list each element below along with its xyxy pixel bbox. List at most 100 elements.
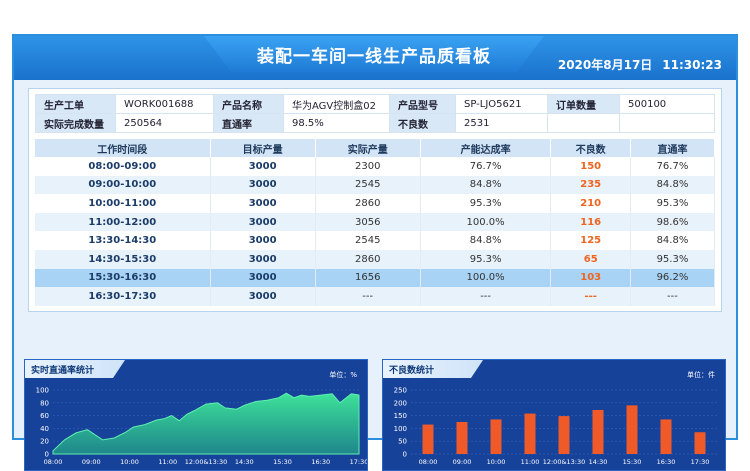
pass-rate-area [52, 392, 360, 455]
y-tick-label: 40 [40, 425, 49, 433]
info-label: 生产工单 [35, 94, 116, 114]
info-empty [547, 113, 620, 133]
info-value: 华为AGV控制盒02 [283, 94, 390, 114]
table-cell: 3000 [210, 249, 316, 269]
y-tick-label: 200 [394, 399, 407, 407]
table-cell: 96.2% [630, 268, 716, 288]
table-cell: 84.8% [420, 175, 552, 195]
table-cell: 2545 [315, 231, 421, 250]
defect-bar [456, 422, 468, 454]
defect-bar [592, 409, 604, 454]
table-cell: 3056 [315, 212, 421, 232]
x-tick-label: 17:30 [691, 458, 710, 466]
table-cell: 84.8% [630, 175, 716, 195]
table-cell: 15:30-16:30 [35, 268, 211, 288]
column-header: 工作时间段 [35, 139, 211, 157]
info-label: 直通率 [213, 113, 284, 133]
y-tick-label: 60 [40, 412, 49, 420]
info-row: 实际完成数量 250564 直通率 98.5% 不良数 2531 [35, 113, 715, 133]
table-row: 14:30-15:30 3000 2860 95.3% 65 95.3% [35, 249, 716, 269]
table-cell: 235 [550, 175, 631, 195]
table-cell: 2860 [315, 249, 421, 269]
x-tick-label: 14:30 [589, 458, 608, 466]
table-cell: 3000 [210, 157, 316, 176]
y-tick-label: 250 [394, 387, 407, 395]
y-tick-label: 0 [403, 451, 407, 459]
table-cell: 95.3% [630, 249, 716, 269]
table-cell: 84.8% [630, 231, 716, 250]
defect-bar [490, 419, 502, 454]
date-label: 2020年8月17日 [557, 58, 653, 72]
info-value: SP-LJO5621 [455, 94, 548, 114]
table-cell: 3000 [210, 231, 316, 250]
info-empty [619, 113, 715, 133]
table-cell: 95.3% [420, 194, 552, 213]
y-tick-label: 50 [398, 438, 407, 446]
table-row: 09:00-10:00 3000 2545 84.8% 235 84.8% [35, 175, 716, 195]
time-label: 11:30:23 [662, 58, 722, 72]
info-value: 500100 [619, 94, 715, 114]
table-row: 15:30-16:30 3000 1656 100.0% 103 96.2% [35, 268, 716, 288]
x-tick-label: 16:30 [657, 458, 676, 466]
table-cell: 1656 [315, 268, 421, 288]
table-cell: 2545 [315, 175, 421, 195]
x-tick-label: 15:30 [273, 458, 292, 466]
table-row: 10:00-11:00 3000 2860 95.3% 210 95.3% [35, 194, 716, 213]
table-cell: 210 [550, 194, 631, 213]
x-tick-label: 09:00 [453, 458, 472, 466]
info-value: 98.5% [283, 113, 390, 133]
info-label: 产品型号 [389, 94, 456, 114]
table-cell: 08:00-09:00 [35, 157, 211, 176]
defect-bar [694, 432, 706, 454]
datetime: 2020年8月17日 11:30:23 [548, 56, 722, 73]
column-header: 不良数 [550, 139, 631, 157]
x-tick-label: 10:00 [120, 458, 139, 466]
column-header: 产能达成率 [420, 139, 552, 157]
column-header: 实际产量 [315, 139, 421, 157]
table-cell: 11:00-12:00 [35, 212, 211, 232]
table-cell: 103 [550, 268, 631, 288]
table-cell: 3000 [210, 175, 316, 195]
table-cell: --- [420, 287, 552, 306]
x-tick-label: 10:00 [487, 458, 506, 466]
x-tick-label: 12:00&13:30 [185, 458, 228, 466]
y-tick-label: 20 [40, 438, 49, 446]
column-header: 直通率 [630, 139, 716, 157]
table-cell: 16:30-17:30 [35, 287, 211, 306]
table-cell: 76.7% [630, 157, 716, 176]
table-cell: 13:30-14:30 [35, 231, 211, 250]
info-row: 生产工单 WORK001688 产品名称 华为AGV控制盒02 产品型号 SP-… [35, 94, 715, 114]
x-tick-label: 17:30 [350, 458, 367, 466]
table-cell: 3000 [210, 212, 316, 232]
defect-bar [660, 419, 672, 454]
column-header: 目标产量 [210, 139, 316, 157]
info-value: WORK001688 [115, 94, 214, 114]
table-cell: 09:00-10:00 [35, 175, 211, 195]
x-tick-label: 12:00&13:30 [543, 458, 586, 466]
y-tick-label: 150 [394, 412, 407, 420]
defect-bar [422, 424, 434, 454]
table-cell: --- [630, 287, 716, 306]
x-tick-label: 14:30 [235, 458, 254, 466]
bar-chart-svg: 0 50 100 150 200 250 08:00 09:00 10:00 11:00 12:00… [394, 387, 717, 466]
table-cell: 65 [550, 249, 631, 269]
defect-bar [626, 405, 638, 454]
table-cell: 150 [550, 157, 631, 176]
table-cell: 14:30-15:30 [35, 249, 211, 269]
x-tick-label: 09:00 [82, 458, 101, 466]
table-cell: 125 [550, 231, 631, 250]
y-tick-label: 100 [394, 425, 407, 433]
table-row: 16:30-17:30 3000 --- --- --- --- [35, 287, 716, 306]
page-title: 装配一车间一线生产品质看板 [257, 47, 491, 67]
table-cell: 3000 [210, 268, 316, 288]
info-value: 2531 [455, 113, 548, 133]
info-label: 不良数 [389, 113, 456, 133]
hourly-output-table: 工作时间段 目标产量 实际产量 产能达成率 不良数 直通率 08:00-09:0… [35, 139, 716, 306]
x-tick-label: 11:00 [158, 458, 177, 466]
defect-bar [558, 416, 570, 454]
table-cell: 95.3% [420, 249, 552, 269]
table-cell: 3000 [210, 194, 316, 213]
table-row: 08:00-09:00 3000 2300 76.7% 150 76.7% [35, 157, 716, 176]
table-row: 13:30-14:30 3000 2545 84.8% 125 84.8% [35, 231, 716, 250]
table-cell: 10:00-11:00 [35, 194, 211, 213]
